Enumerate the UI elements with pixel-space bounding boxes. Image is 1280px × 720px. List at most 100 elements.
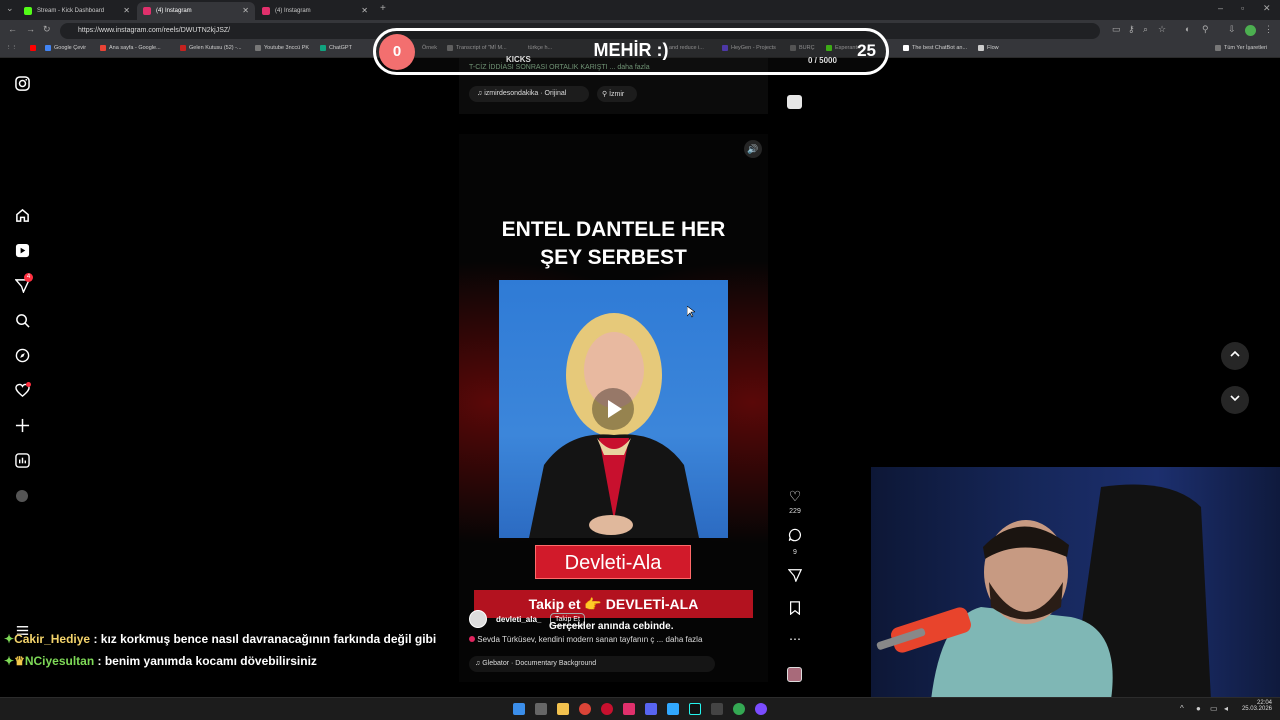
extension-icon[interactable]: ◐	[1185, 24, 1190, 34]
reload-icon[interactable]: ↻	[43, 24, 51, 35]
youtube-icon	[30, 45, 36, 51]
like-button[interactable]: ♡ 229	[785, 488, 805, 515]
previous-post-thumbnail[interactable]	[787, 95, 802, 109]
streamer-figure	[876, 484, 1211, 700]
tab-search-icon[interactable]: ⌄	[6, 3, 14, 14]
messages-icon[interactable]: 4	[14, 273, 33, 293]
close-tab-icon[interactable]: ✕	[242, 6, 249, 15]
previous-post-audio[interactable]: ♫ izmirdesondakika · Orijinal	[469, 86, 589, 102]
tab-instagram-active[interactable]: (4) Instagram ✕	[137, 2, 255, 20]
opera-icon[interactable]	[601, 703, 613, 715]
apps-icon[interactable]: ⋮⋮	[6, 45, 17, 51]
reel-caption[interactable]: Sevda Türküsev, kendini modern sanan tay…	[469, 635, 702, 644]
url-text: https://www.instagram.com/reels/DWUTN2kj…	[78, 27, 231, 34]
reel-audio[interactable]: ♫ Glebator · Documentary Background	[469, 656, 715, 672]
forward-icon[interactable]: →	[26, 24, 35, 34]
close-tab-icon[interactable]: ✕	[123, 6, 130, 15]
share-button[interactable]	[785, 568, 805, 587]
save-button[interactable]	[785, 601, 805, 620]
back-icon[interactable]: ←	[8, 24, 17, 34]
badge-icon: ✦	[4, 632, 15, 646]
tray-chevron-icon[interactable]: ^	[1180, 704, 1184, 713]
next-reel-button[interactable]	[1221, 386, 1249, 414]
zoom-icon[interactable]: ⌕	[1143, 24, 1148, 35]
headline-line: ENTEL DANTELE HER	[501, 218, 726, 241]
windows-start-icon[interactable]	[513, 703, 525, 715]
password-icon[interactable]: ⚷	[1128, 24, 1135, 35]
location-label: İzmir	[609, 91, 625, 98]
search-icon[interactable]	[14, 312, 30, 328]
bookmark-item[interactable]: Gelen Kutusu (52) -...	[180, 45, 242, 51]
play-icon[interactable]	[592, 388, 634, 430]
badge-icon: ✦	[4, 654, 15, 668]
previous-reel-button[interactable]	[1221, 342, 1249, 370]
windows-taskbar: ^ ● ▭ ◂ 22:04 25.03.2026	[0, 697, 1280, 720]
notification-dot	[26, 382, 31, 387]
capcut-icon[interactable]	[711, 703, 723, 715]
more-options-icon[interactable]: ⋯	[785, 632, 805, 646]
bookmark-item[interactable]: ChatGPT	[320, 45, 352, 51]
chat-username: NCiyesultan	[24, 654, 95, 668]
photoshop-icon[interactable]	[667, 703, 679, 715]
home-icon[interactable]	[14, 207, 30, 223]
downloads-icon[interactable]: ⇩	[1228, 24, 1236, 35]
chat-message: ✦Cakir_Hediye : kız korkmuş bence nasıl …	[4, 632, 436, 646]
task-view-icon[interactable]	[535, 703, 547, 715]
reel-name-plate: Devleti-Ala	[535, 545, 691, 579]
profile-avatar-icon[interactable]	[14, 488, 30, 504]
like-count: 229	[789, 508, 801, 515]
browser-tab-bar: ⌄ Stream - Kick Dashboard ✕ (4) Instagra…	[0, 0, 1280, 20]
bookmark-item[interactable]: Ana sayfa - Google...	[100, 45, 161, 51]
mic-icon[interactable]: ●	[1196, 704, 1201, 713]
new-tab-button[interactable]: +	[380, 3, 386, 14]
maximize-icon[interactable]: ▫	[1241, 3, 1244, 13]
audio-thumbnail[interactable]	[787, 667, 802, 682]
discord-icon[interactable]	[645, 703, 657, 715]
extensions-puzzle-icon[interactable]: ⚲	[1202, 24, 1209, 35]
bookmark-item[interactable]: Flow	[978, 45, 999, 51]
chrome-icon[interactable]	[579, 703, 591, 715]
close-tab-icon[interactable]: ✕	[361, 6, 368, 15]
bookmark-item[interactable]: Youtube 3nccü PK	[255, 45, 309, 51]
explore-icon[interactable]	[14, 347, 30, 363]
tiktok-icon[interactable]	[689, 703, 701, 715]
author-username[interactable]: devleti_ala_	[496, 615, 541, 624]
all-bookmarks[interactable]: Tüm Yer İşaretleri	[1215, 45, 1267, 51]
chatgpt-icon	[320, 45, 326, 51]
volume-icon[interactable]: 🔊	[744, 140, 762, 158]
obs-icon[interactable]	[755, 703, 767, 715]
file-explorer-icon[interactable]	[557, 703, 569, 715]
tab-instagram[interactable]: (4) Instagram ✕	[256, 2, 374, 20]
music-note-icon: ♫	[477, 90, 483, 97]
reels-icon[interactable]	[14, 242, 30, 258]
network-icon[interactable]: ▭	[1210, 704, 1218, 713]
reel-subtitle: Gerçekler anında cebinde.	[549, 621, 674, 632]
clock[interactable]: 22:04 25.03.2026	[1240, 700, 1272, 712]
close-window-icon[interactable]: ✕	[1263, 3, 1271, 14]
chrome-active-icon[interactable]	[733, 703, 745, 715]
dashboard-icon[interactable]	[14, 452, 30, 468]
bookmark-label: Youtube 3nccü PK	[264, 45, 310, 51]
bookmark-star-icon[interactable]: ☆	[1158, 24, 1166, 35]
previous-post-location[interactable]: ⚲ İzmir	[597, 86, 637, 102]
menu-icon[interactable]: ⋮	[1264, 24, 1273, 35]
author-avatar[interactable]	[469, 610, 487, 628]
cast-icon[interactable]: ▭	[1112, 24, 1121, 35]
notifications-heart-icon[interactable]	[14, 382, 31, 398]
instagram-logo-icon[interactable]	[14, 75, 30, 91]
instagram-app-icon[interactable]	[623, 703, 635, 715]
create-plus-icon[interactable]	[14, 417, 30, 433]
reel-video-player[interactable]: 🔊 ENTEL DANTELE HER ŞEY SERBEST Devleti-…	[459, 134, 768, 682]
tab-kick-dashboard[interactable]: Stream - Kick Dashboard ✕	[18, 2, 136, 20]
comment-button[interactable]: 9	[785, 528, 805, 556]
chatbot-icon	[903, 45, 909, 51]
speaker-icon[interactable]: ◂	[1224, 704, 1228, 713]
profile-avatar[interactable]	[1245, 25, 1256, 36]
google-icon	[100, 45, 106, 51]
bookmark-youtube[interactable]	[30, 45, 39, 51]
bookmark-item[interactable]: Google Çevir	[45, 45, 86, 51]
bookmark-label: Tüm Yer İşaretleri	[1224, 45, 1268, 51]
minimize-icon[interactable]: –	[1218, 3, 1223, 13]
bookmark-item[interactable]: The best ChatBot an...	[903, 45, 967, 51]
music-note-icon: ♫	[475, 660, 481, 667]
